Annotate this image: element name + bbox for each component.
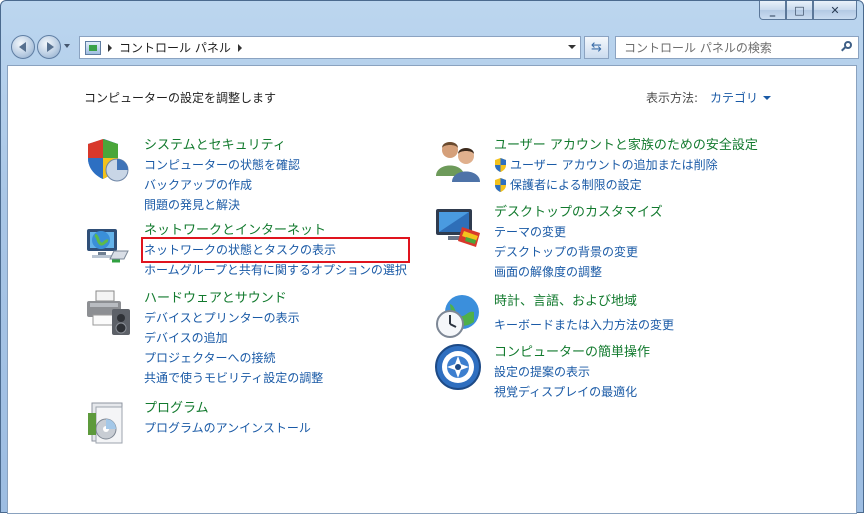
link-change-keyboard[interactable]: キーボードまたは入力方法の変更 bbox=[494, 315, 674, 335]
shield-pie-chart-icon[interactable] bbox=[84, 136, 132, 184]
breadcrumb-chevron-icon[interactable] bbox=[108, 43, 112, 52]
recent-pages-dropdown[interactable] bbox=[64, 44, 70, 48]
link-add-remove-accounts-label: ユーザー アカウントの追加または削除 bbox=[510, 158, 718, 172]
control-panel-window: _ □ ✕ コントロール パネル ⇆ コントロール パネルの検索 コンピューター… bbox=[0, 0, 864, 514]
arrow-left-icon bbox=[18, 42, 26, 52]
arrow-right-icon bbox=[46, 42, 54, 52]
address-bar[interactable]: コントロール パネル bbox=[79, 36, 581, 59]
category-title-appearance[interactable]: デスクトップのカスタマイズ bbox=[494, 203, 663, 222]
uac-shield-icon bbox=[495, 158, 506, 172]
link-create-backup[interactable]: バックアップの作成 bbox=[144, 175, 300, 195]
ease-of-access-icon[interactable] bbox=[434, 343, 482, 391]
users-icon[interactable] bbox=[434, 136, 482, 184]
control-panel-icon bbox=[85, 40, 101, 55]
category-title-network-internet[interactable]: ネットワークとインターネット bbox=[144, 221, 407, 240]
link-devices-printers[interactable]: デバイスとプリンターの表示 bbox=[144, 308, 323, 328]
view-by: 表示方法: カテゴリ bbox=[646, 89, 772, 106]
category-title-user-accounts[interactable]: ユーザー アカウントと家族のための安全設定 bbox=[494, 136, 758, 155]
link-view-network-status[interactable]: ネットワークの状態とタスクの表示 bbox=[141, 237, 410, 263]
back-button[interactable] bbox=[11, 35, 35, 59]
refresh-icon: ⇆ bbox=[591, 40, 602, 55]
content-pane: コンピューターの設定を調整します 表示方法: カテゴリ システムとセキュリティ … bbox=[7, 65, 857, 514]
desktop-customize-icon[interactable] bbox=[434, 203, 482, 251]
link-find-fix-problems[interactable]: 問題の発見と解決 bbox=[144, 195, 300, 215]
maximize-icon: □ bbox=[794, 3, 805, 17]
category-links: ハードウェアとサウンド デバイスとプリンターの表示 デバイスの追加 プロジェクタ… bbox=[144, 289, 323, 388]
link-check-computer-status[interactable]: コンピューターの状態を確認 bbox=[144, 155, 300, 175]
category-links: コンピューターの簡単操作 設定の提案の表示 視覚ディスプレイの最適化 bbox=[494, 343, 650, 402]
minimize-icon: _ bbox=[769, 3, 776, 17]
programs-icon[interactable] bbox=[84, 399, 132, 447]
search-input[interactable]: コントロール パネルの検索 bbox=[615, 36, 859, 59]
link-uninstall-program[interactable]: プログラムのアンインストール bbox=[144, 418, 311, 438]
link-parental-controls[interactable]: 保護者による制限の設定 bbox=[494, 175, 758, 195]
category-links: プログラム プログラムのアンインストール bbox=[144, 399, 311, 438]
maximize-button[interactable]: □ bbox=[786, 1, 813, 20]
close-button[interactable]: ✕ bbox=[813, 1, 857, 20]
search-placeholder: コントロール パネルの検索 bbox=[624, 41, 772, 55]
search-icon[interactable] bbox=[841, 41, 852, 52]
printer-speaker-icon[interactable] bbox=[84, 289, 132, 337]
link-change-theme[interactable]: テーマの変更 bbox=[494, 222, 663, 242]
link-homegroup-sharing[interactable]: ホームグループと共有に関するオプションの選択 bbox=[144, 260, 407, 280]
link-change-background[interactable]: デスクトップの背景の変更 bbox=[494, 242, 663, 262]
close-icon: ✕ bbox=[830, 3, 840, 17]
category-title-hardware-sound[interactable]: ハードウェアとサウンド bbox=[144, 289, 323, 308]
globe-network-icon[interactable] bbox=[84, 221, 132, 269]
link-parental-controls-label: 保護者による制限の設定 bbox=[510, 178, 642, 192]
minimize-button[interactable]: _ bbox=[759, 1, 786, 20]
link-optimize-display[interactable]: 視覚ディスプレイの最適化 bbox=[494, 382, 650, 402]
page-title: コンピューターの設定を調整します bbox=[84, 91, 277, 105]
title-bar[interactable]: _ □ ✕ bbox=[1, 1, 863, 31]
chevron-down-icon[interactable] bbox=[763, 95, 772, 100]
forward-button[interactable] bbox=[37, 35, 61, 59]
category-title-system-security[interactable]: システムとセキュリティ bbox=[144, 136, 300, 155]
category-links: デスクトップのカスタマイズ テーマの変更 デスクトップの背景の変更 画面の解像度… bbox=[494, 203, 663, 282]
category-title-ease-of-access[interactable]: コンピューターの簡単操作 bbox=[494, 343, 650, 362]
link-add-device[interactable]: デバイスの追加 bbox=[144, 328, 323, 348]
view-by-dropdown[interactable]: カテゴリ bbox=[710, 89, 758, 106]
view-by-label: 表示方法: bbox=[646, 91, 699, 105]
breadcrumb-chevron-icon[interactable] bbox=[237, 43, 242, 52]
address-history-dropdown[interactable] bbox=[568, 45, 576, 49]
link-adjust-resolution[interactable]: 画面の解像度の調整 bbox=[494, 262, 663, 282]
refresh-button[interactable]: ⇆ bbox=[584, 36, 609, 59]
category-title-programs[interactable]: プログラム bbox=[144, 399, 311, 418]
category-links: 時計、言語、および地域 キーボードまたは入力方法の変更 bbox=[494, 292, 674, 335]
caption-buttons: _ □ ✕ bbox=[759, 1, 857, 20]
category-links: システムとセキュリティ コンピューターの状態を確認 バックアップの作成 問題の発… bbox=[144, 136, 300, 215]
link-mobility-settings[interactable]: 共通で使うモビリティ設定の調整 bbox=[144, 368, 323, 388]
clock-globe-icon[interactable] bbox=[434, 292, 482, 340]
uac-shield-icon bbox=[495, 178, 506, 192]
category-links: ネットワークとインターネット ネットワークの状態とタスクの表示 ホームグループと… bbox=[141, 221, 410, 280]
breadcrumb-control-panel[interactable]: コントロール パネル bbox=[119, 39, 231, 56]
category-links: ユーザー アカウントと家族のための安全設定 ユーザー アカウントの追加または削除 bbox=[494, 136, 758, 195]
link-settings-suggestions[interactable]: 設定の提案の表示 bbox=[494, 362, 650, 382]
category-title-clock-language-region[interactable]: 時計、言語、および地域 bbox=[494, 292, 674, 311]
navigation-bar: コントロール パネル ⇆ コントロール パネルの検索 bbox=[7, 32, 859, 62]
link-add-remove-accounts[interactable]: ユーザー アカウントの追加または削除 bbox=[494, 155, 758, 175]
link-connect-projector[interactable]: プロジェクターへの接続 bbox=[144, 348, 323, 368]
